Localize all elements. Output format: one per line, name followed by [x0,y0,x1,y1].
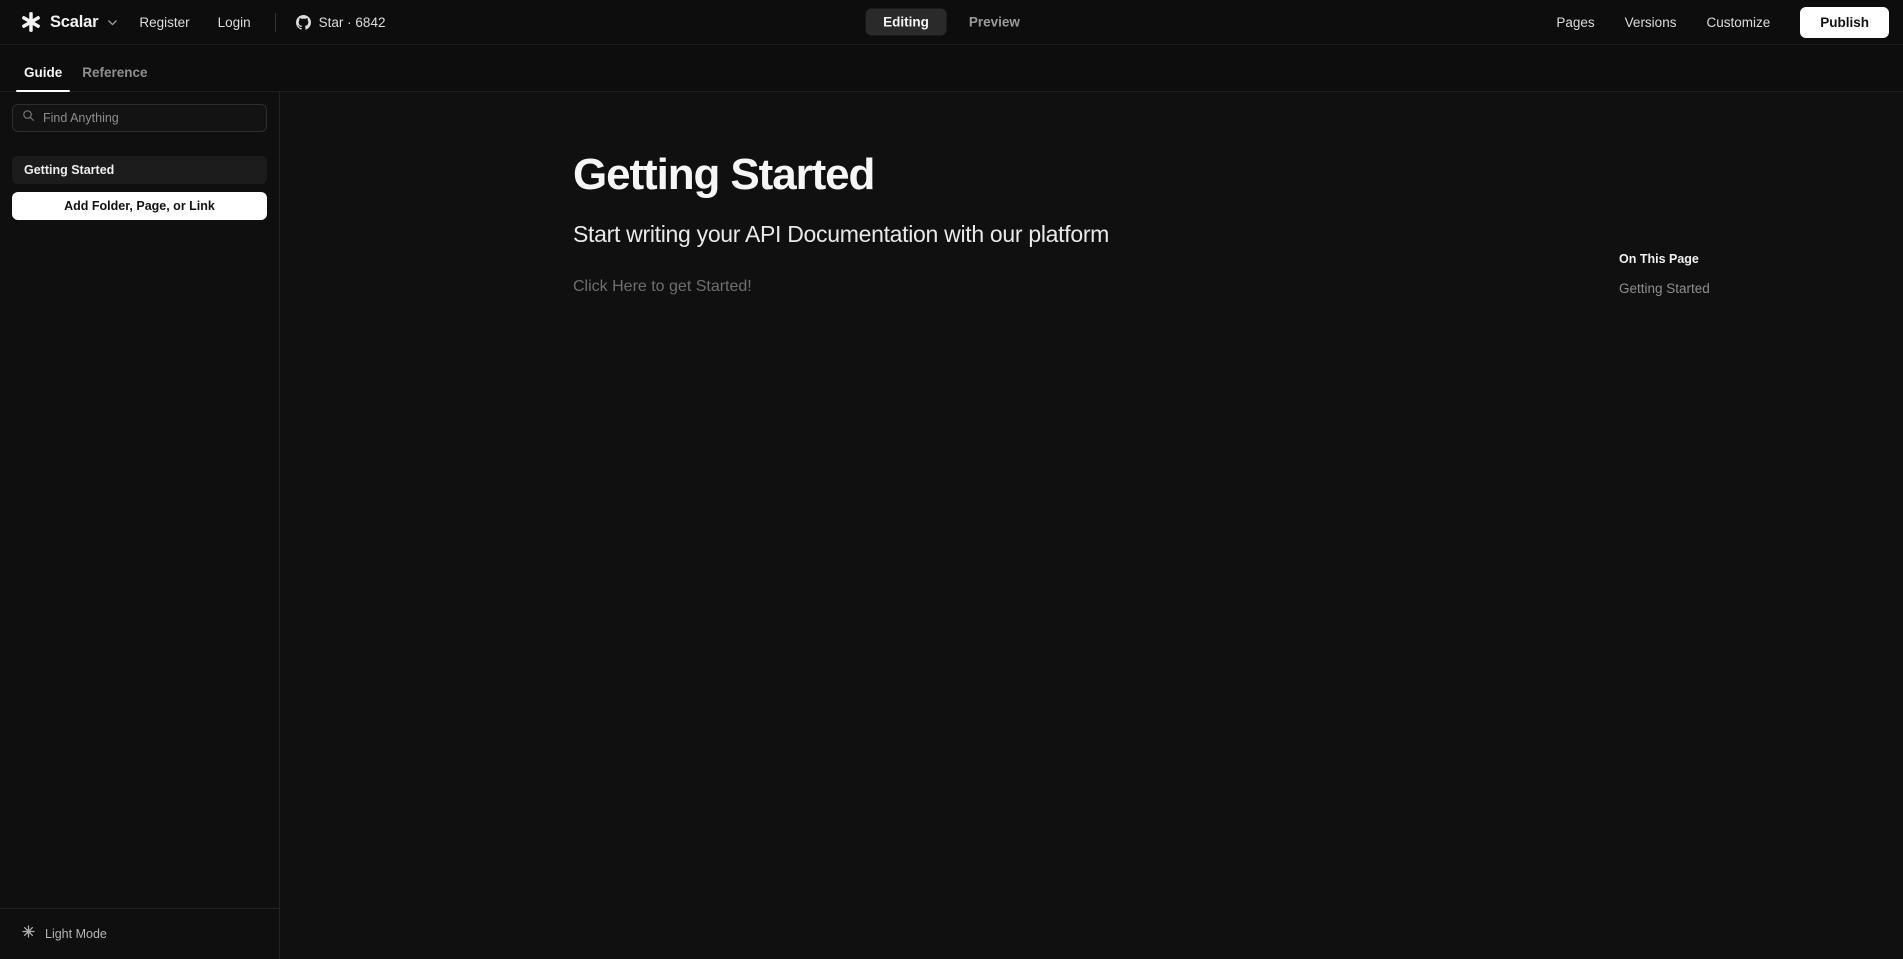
customize-link[interactable]: Customize [1692,9,1784,36]
header-divider [274,12,276,32]
top-bar-left: Scalar Register Login Star · 6842 [14,7,395,37]
light-mode-label: Light Mode [45,927,107,941]
tab-reference[interactable]: Reference [72,65,157,91]
top-bar: Scalar Register Login Star · 6842 Editin… [0,0,1903,45]
register-link[interactable]: Register [125,9,203,36]
sidebar-item-label: Getting Started [24,163,115,177]
pages-link[interactable]: Pages [1542,9,1608,36]
add-folder-page-link-button[interactable]: Add Folder, Page, or Link [12,192,267,220]
main-content: Getting Started Start writing your API D… [280,92,1903,959]
github-icon [295,14,311,30]
github-star-button[interactable]: Star · 6842 [286,9,396,36]
document-editor: Getting Started Start writing your API D… [280,92,1480,296]
github-star-label: Star · 6842 [318,14,386,30]
app-body: Find Anything Getting Started Add Folder… [0,92,1903,959]
sidebar: Find Anything Getting Started Add Folder… [0,92,280,959]
on-this-page-panel: On This Page Getting Started [1619,252,1819,296]
brand-name: Scalar [50,12,99,31]
sun-icon [22,925,35,943]
versions-link[interactable]: Versions [1611,9,1691,36]
page-title[interactable]: Getting Started [573,151,1480,199]
brand-menu[interactable]: Scalar [14,7,125,37]
document-tabs: Guide Reference [0,45,1903,92]
publish-button[interactable]: Publish [1800,6,1889,38]
mode-switcher: Editing Preview [865,8,1038,36]
tab-guide[interactable]: Guide [14,65,72,92]
light-mode-toggle[interactable]: Light Mode [12,921,267,947]
sidebar-top: Find Anything Getting Started Add Folder… [0,92,279,908]
page-subtitle[interactable]: Start writing your API Documentation wit… [573,221,1480,248]
sidebar-bottom: Light Mode [0,908,279,959]
on-this-page-link[interactable]: Getting Started [1619,281,1819,296]
mode-editing-tab[interactable]: Editing [865,8,947,36]
on-this-page-title: On This Page [1619,252,1699,266]
mode-preview-tab[interactable]: Preview [951,9,1038,36]
search-placeholder: Find Anything [43,111,119,125]
search-icon [22,109,35,127]
chevron-down-icon [106,16,119,29]
scalar-logo-icon [20,11,42,33]
login-link[interactable]: Login [204,9,265,36]
top-bar-right: Pages Versions Customize Publish [1542,6,1889,38]
editor-body-placeholder[interactable]: Click Here to get Started! [573,278,1480,296]
sidebar-item-getting-started[interactable]: Getting Started [12,156,267,184]
search-input[interactable]: Find Anything [12,104,267,132]
